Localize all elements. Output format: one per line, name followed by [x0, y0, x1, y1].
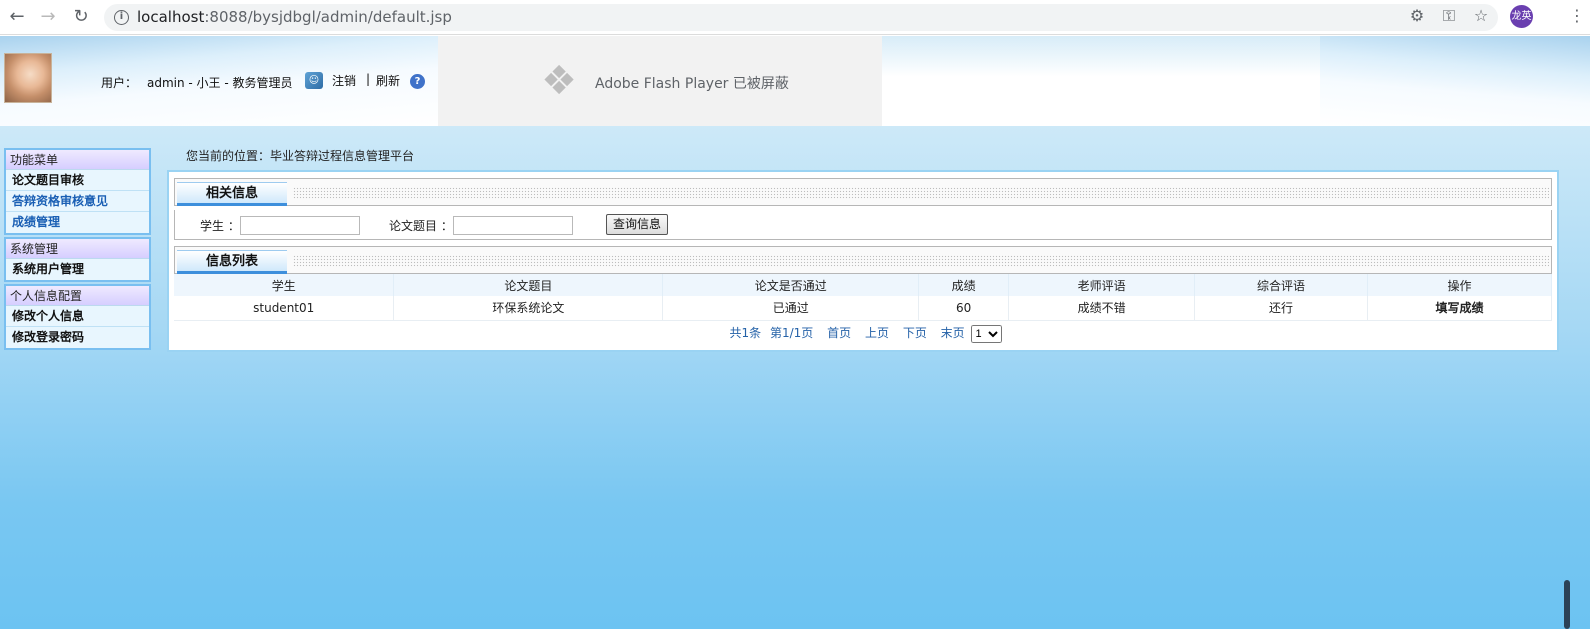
cell-passed: 已通过 — [662, 296, 920, 321]
column-passed: 论文是否通过 — [662, 274, 920, 296]
browser-toolbar: ← → ↻ i localhost:8088/bysjdbgl/admin/de… — [0, 0, 1590, 35]
student-input[interactable] — [240, 216, 360, 235]
column-overall-comment: 综合评语 — [1194, 274, 1369, 296]
sidebar-item-edit-profile[interactable]: 修改个人信息 — [6, 306, 149, 327]
cell-topic: 环保系统论文 — [393, 296, 664, 321]
puzzle-plugin-icon: ❖ — [541, 58, 577, 104]
menu-group-system: 系统管理 系统用户管理 — [4, 237, 151, 282]
refresh-link[interactable]: 刷新 — [376, 72, 400, 89]
sidebar-menu: 功能菜单 论文题目审核 答辩资格审核意见 成绩管理 系统管理 系统用户管理 个人… — [4, 148, 151, 352]
column-score: 成绩 — [918, 274, 1010, 296]
info-table: 学生 论文题目 论文是否通过 成绩 老师评语 综合评语 操作 student01… — [174, 274, 1552, 321]
user-prefix: 用户： — [101, 76, 138, 90]
flash-blocked-text: Adobe Flash Player 已被屏蔽 — [595, 76, 789, 92]
header-separator: | — [366, 72, 371, 86]
column-action: 操作 — [1367, 274, 1552, 296]
logout-link[interactable]: 注销 — [332, 72, 356, 89]
column-student: 学生 — [174, 274, 395, 296]
topic-label: 论文题目 ： — [389, 219, 453, 233]
query-button[interactable]: 查询信息 — [606, 214, 669, 235]
list-section-header: 信息列表 — [174, 246, 1552, 274]
menu-title-system: 系统管理 — [6, 239, 149, 259]
menu-group-profile: 个人信息配置 修改个人信息 修改登录密码 — [4, 284, 151, 350]
extension-blocked-icon[interactable]: ⚙ — [1407, 6, 1427, 26]
table-row: student01 环保系统论文 已通过 60 成绩不错 还行 填写成绩 — [174, 296, 1552, 321]
cell-score: 60 — [918, 296, 1010, 321]
help-icon[interactable]: ? — [410, 74, 425, 89]
fill-grade-link[interactable]: 填写成绩 — [1367, 296, 1552, 321]
topic-input[interactable] — [453, 216, 573, 235]
pager-prev[interactable]: 上页 — [865, 326, 889, 340]
menu-group-functions: 功能菜单 论文题目审核 答辩资格审核意见 成绩管理 — [4, 148, 151, 235]
star-icon[interactable]: ☆ — [1471, 6, 1491, 26]
users-icon: ☺ — [305, 72, 323, 89]
sidebar-item-topic-review[interactable]: 论文题目审核 — [6, 170, 149, 191]
list-section-title: 信息列表 — [177, 250, 287, 274]
cell-overall-comment: 还行 — [1194, 296, 1369, 321]
cell-teacher-comment: 成绩不错 — [1008, 296, 1196, 321]
sidebar-item-grade-management[interactable]: 成绩管理 — [6, 212, 149, 233]
search-form: 学生 ： 论文题目 ： 查询信息 — [174, 210, 1552, 240]
sidebar-item-system-users[interactable]: 系统用户管理 — [6, 259, 149, 280]
search-section-header: 相关信息 — [174, 178, 1552, 206]
profile-avatar[interactable]: 龙英 — [1510, 5, 1533, 28]
pager-total: 共1条 — [729, 326, 762, 340]
main-panel: 相关信息 学生 ： 论文题目 ： 查询信息 信息列表 学生 论文题目 论文是否通… — [167, 170, 1559, 352]
pager-next[interactable]: 下页 — [903, 326, 927, 340]
menu-title-profile: 个人信息配置 — [6, 286, 149, 306]
pager-page: 第1/1页 — [769, 326, 814, 340]
column-topic: 论文题目 — [393, 274, 664, 296]
scrollbar-thumb[interactable] — [1564, 580, 1570, 629]
table-header-row: 学生 论文题目 论文是否通过 成绩 老师评语 综合评语 操作 — [174, 274, 1552, 296]
dotted-divider — [293, 187, 1549, 199]
page-select[interactable]: 1 — [970, 324, 1002, 343]
address-bar[interactable]: i localhost:8088/bysjdbgl/admin/default.… — [104, 4, 1498, 31]
url-host: localhost — [137, 8, 205, 26]
cell-student: student01 — [174, 296, 395, 321]
reload-icon[interactable]: ↻ — [70, 6, 92, 28]
pager-first[interactable]: 首页 — [827, 326, 851, 340]
site-header: 用户： admin - 小王 - 教务管理员 ☺ 注销 | 刷新 ? ❖ Ado… — [0, 36, 1590, 126]
student-label: 学生 ： — [200, 219, 240, 233]
menu-dots-icon[interactable]: ⋮ — [1567, 6, 1587, 26]
forward-arrow-icon[interactable]: → — [37, 6, 59, 28]
header-cloud-right — [1320, 36, 1590, 126]
user-avatar — [4, 53, 52, 103]
sidebar-item-defense-qualification[interactable]: 答辩资格审核意见 — [6, 191, 149, 212]
breadcrumb: 您当前的位置：毕业答辩过程信息管理平台 — [186, 149, 415, 163]
column-teacher-comment: 老师评语 — [1008, 274, 1196, 296]
sidebar-item-change-password[interactable]: 修改登录密码 — [6, 327, 149, 348]
pagination: 共1条 第1/1页 首页 上页 下页 末页 1 — [174, 324, 1552, 344]
user-info: admin - 小王 - 教务管理员 — [147, 76, 293, 90]
pager-last[interactable]: 末页 — [941, 326, 965, 340]
site-info-icon[interactable]: i — [114, 10, 129, 25]
url-path: :8088/bysjdbgl/admin/default.jsp — [204, 8, 452, 26]
back-arrow-icon[interactable]: ← — [6, 6, 28, 28]
key-icon[interactable]: ⚿ — [1439, 6, 1459, 26]
flash-placeholder[interactable]: ❖ Adobe Flash Player 已被屏蔽 — [438, 36, 882, 126]
url-text[interactable]: localhost:8088/bysjdbgl/admin/default.js… — [137, 8, 452, 26]
search-section-title: 相关信息 — [177, 182, 287, 206]
dotted-divider — [293, 255, 1549, 267]
menu-title-functions: 功能菜单 — [6, 150, 149, 170]
